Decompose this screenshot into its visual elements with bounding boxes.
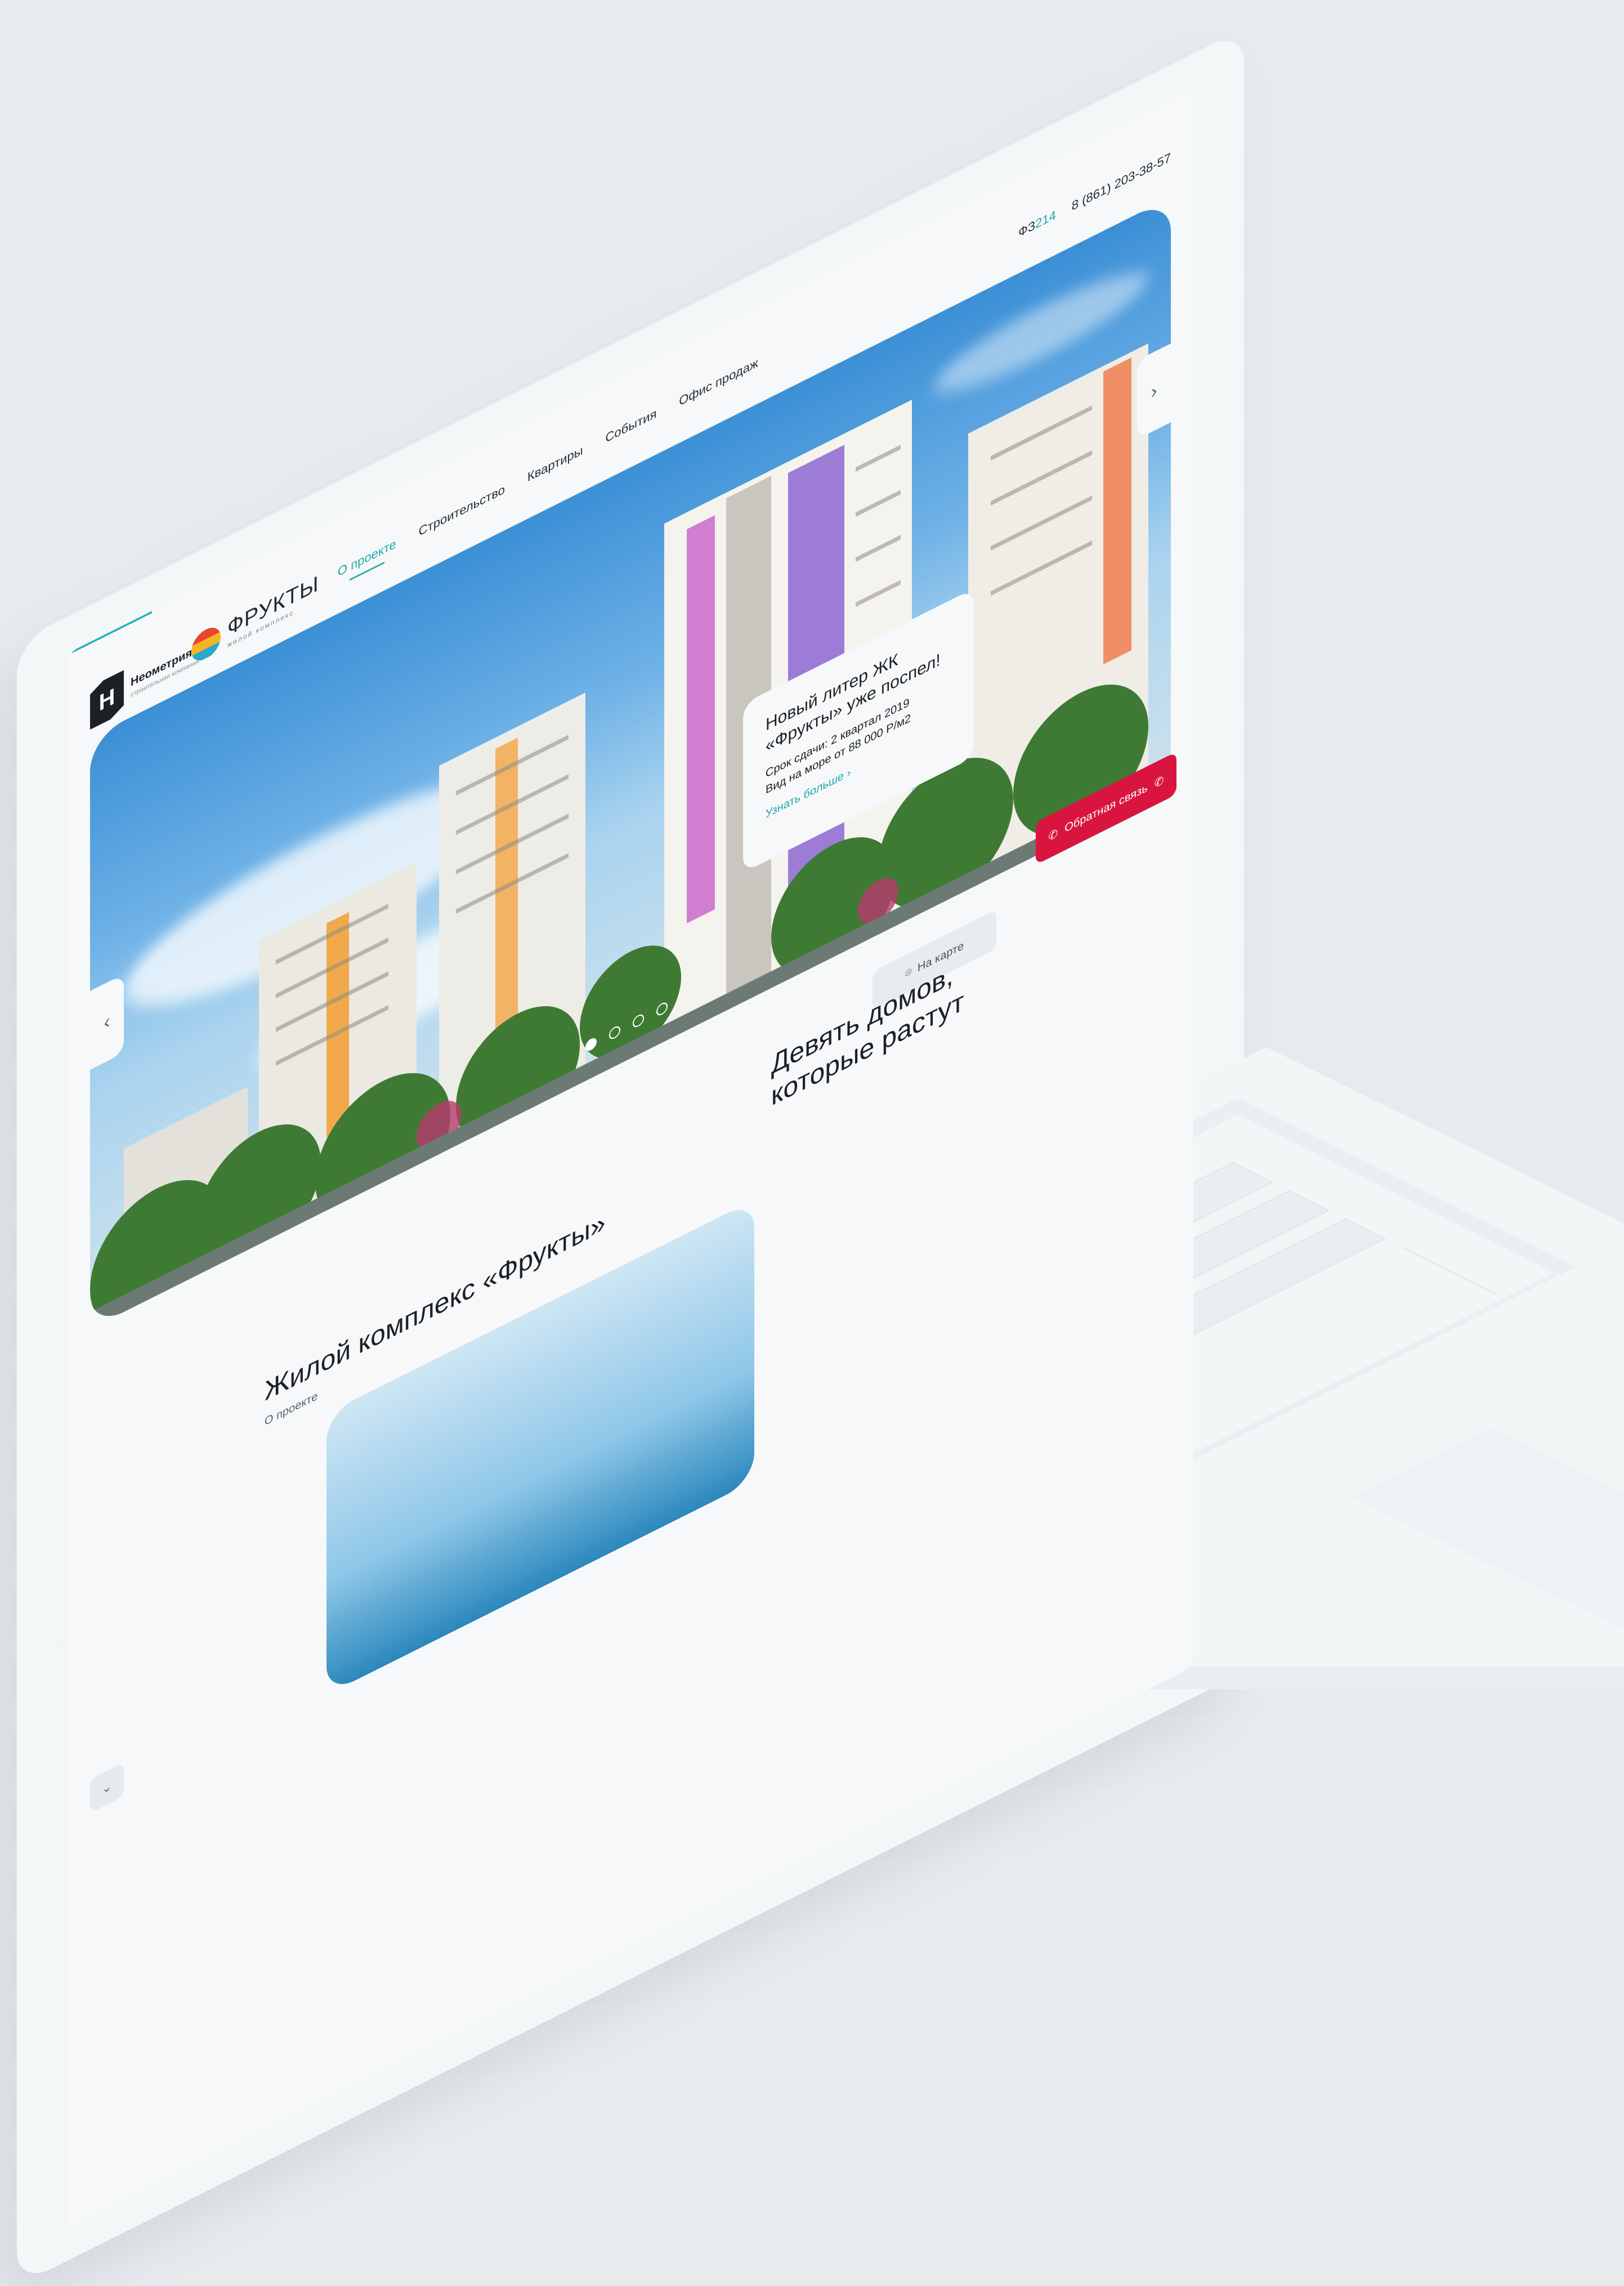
- about-image: [326, 1199, 754, 1695]
- phone-icon: ✆: [1154, 773, 1164, 791]
- fruit-ball-icon: [191, 622, 221, 666]
- website-screen: Н Неометрия строительная компания ФРУКТЫ…: [68, 90, 1193, 2230]
- nav-apartments[interactable]: Квартиры: [527, 443, 583, 492]
- chevron-right-icon: ›: [847, 766, 851, 780]
- developer-logo-mark: Н: [90, 670, 124, 730]
- fz-prefix: ФЗ: [1018, 217, 1036, 240]
- nav-sales-office[interactable]: Офис продаж: [679, 355, 758, 416]
- scroll-down-button[interactable]: ⌄: [90, 1762, 124, 1813]
- chevron-down-icon: ⌄: [101, 1778, 113, 1797]
- chevron-left-icon: ‹: [104, 1009, 110, 1034]
- fz-number: 214: [1035, 207, 1056, 232]
- fz-link[interactable]: ФЗ214: [1018, 207, 1056, 240]
- map-pin-icon: ⌾: [905, 965, 912, 981]
- houses-heading: Девять домов, которые растут: [771, 954, 964, 1113]
- phone-icon: ✆: [1048, 826, 1058, 844]
- nav-events[interactable]: События: [606, 406, 657, 453]
- chevron-right-icon: ›: [1151, 378, 1157, 404]
- nav-about[interactable]: О проекте: [338, 536, 396, 587]
